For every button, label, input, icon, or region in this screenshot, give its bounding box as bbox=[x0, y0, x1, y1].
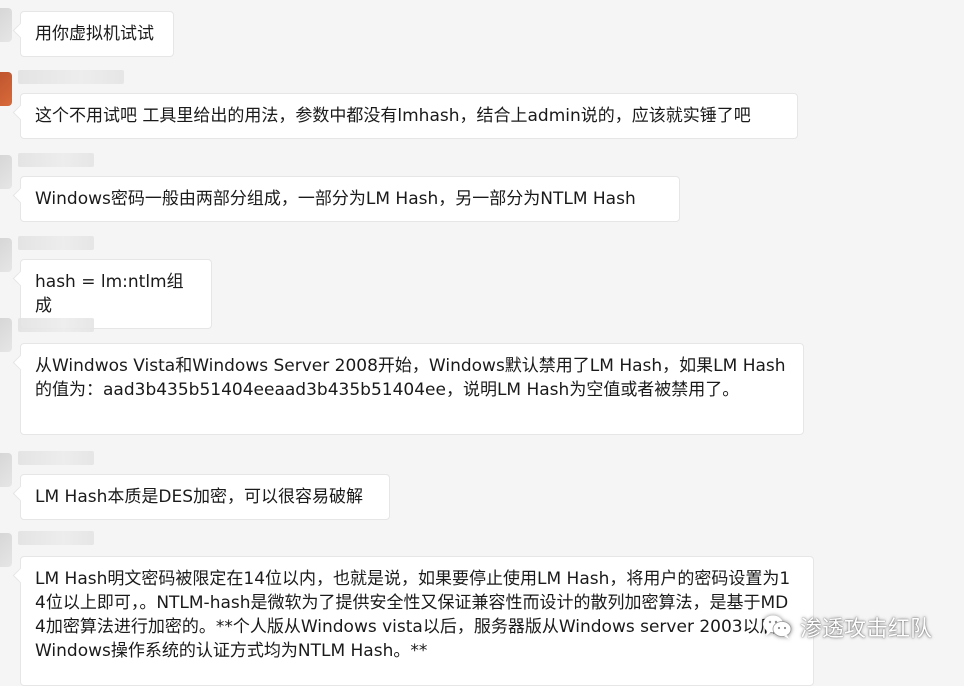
message-text: hash = lm:ntlm组成 bbox=[35, 272, 184, 316]
message-bubble: LM Hash明文密码被限定在14位以内，也就是说，如果要停止使用LM Hash… bbox=[20, 556, 814, 686]
message-text: LM Hash明文密码被限定在14位以内，也就是说，如果要停止使用LM Hash… bbox=[35, 569, 794, 661]
sender-name-blurred bbox=[18, 318, 94, 332]
sender-name-blurred bbox=[18, 70, 124, 84]
avatar[interactable] bbox=[0, 533, 12, 567]
message-bubble: 从Windwos Vista和Windows Server 2008开始，Win… bbox=[20, 343, 804, 435]
message-text: 这个不用试吧 工具里给出的用法，参数中都没有lmhash，结合上admin说的，… bbox=[35, 106, 751, 126]
sender-name-blurred bbox=[18, 236, 94, 250]
message-bubble: 这个不用试吧 工具里给出的用法，参数中都没有lmhash，结合上admin说的，… bbox=[20, 93, 798, 139]
message-bubble: 用你虚拟机试试 bbox=[20, 11, 174, 57]
avatar[interactable] bbox=[0, 238, 12, 272]
message-text: Windows密码一般由两部分组成，一部分为LM Hash，另一部分为NTLM … bbox=[35, 189, 636, 209]
avatar[interactable] bbox=[0, 453, 12, 487]
message-bubble: LM Hash本质是DES加密，可以很容易破解 bbox=[20, 474, 390, 520]
wechat-icon bbox=[762, 615, 792, 639]
message-text: 用你虚拟机试试 bbox=[35, 24, 154, 44]
message-bubble: Windows密码一般由两部分组成，一部分为LM Hash，另一部分为NTLM … bbox=[20, 176, 680, 222]
watermark: 渗透攻击红队 bbox=[762, 611, 932, 643]
avatar[interactable] bbox=[0, 8, 12, 42]
avatar[interactable] bbox=[0, 318, 12, 352]
sender-name-blurred bbox=[18, 153, 94, 167]
sender-name-blurred bbox=[18, 451, 94, 465]
sender-name-blurred bbox=[18, 531, 94, 545]
message-text: 从Windwos Vista和Windows Server 2008开始，Win… bbox=[35, 356, 786, 400]
avatar[interactable] bbox=[0, 72, 12, 106]
avatar[interactable] bbox=[0, 155, 12, 189]
watermark-text: 渗透攻击红队 bbox=[799, 617, 932, 642]
chat-history: 用你虚拟机试试 这个不用试吧 工具里给出的用法，参数中都没有lmhash，结合上… bbox=[0, 0, 964, 686]
message-text: LM Hash本质是DES加密，可以很容易破解 bbox=[35, 487, 363, 507]
